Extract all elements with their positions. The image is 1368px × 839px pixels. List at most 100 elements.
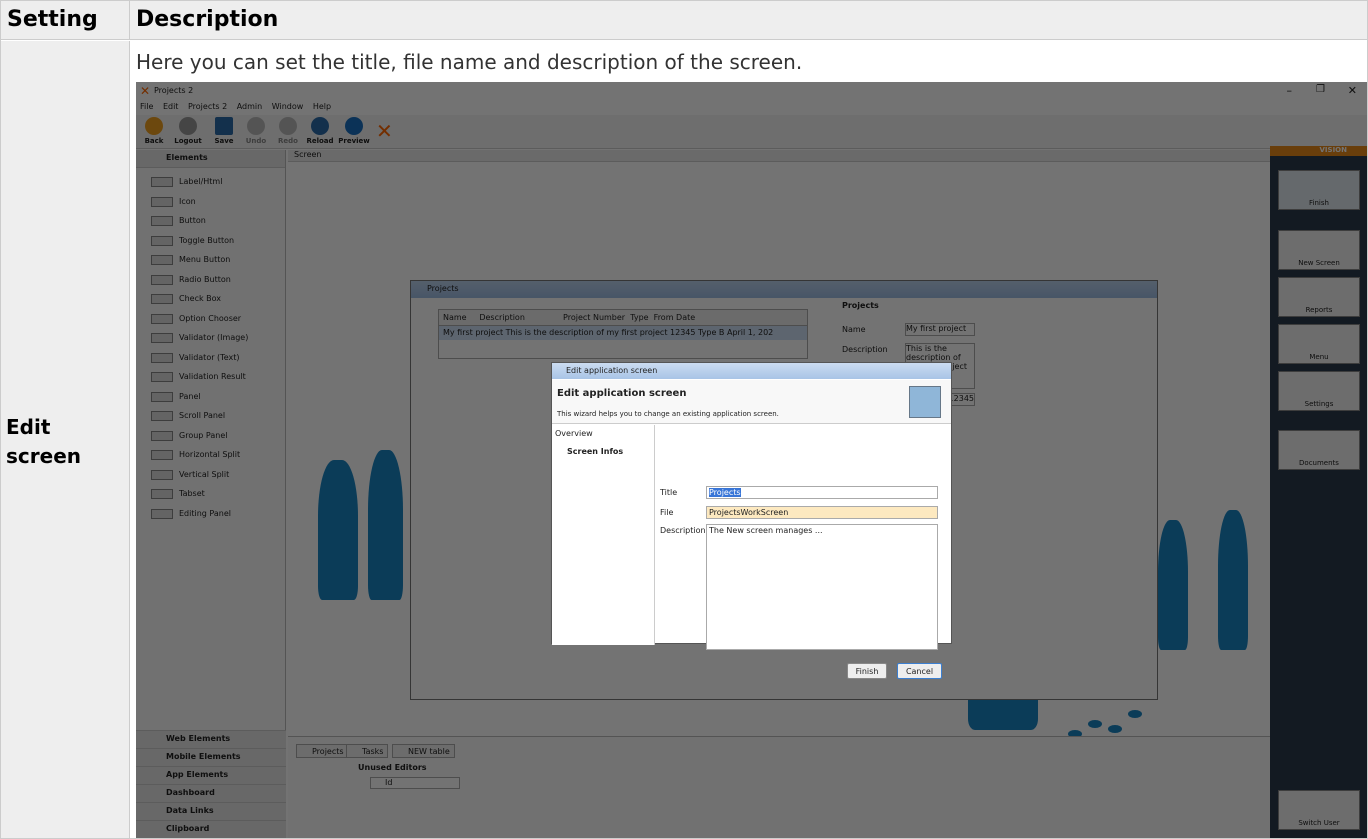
- element-label-html[interactable]: Label/Html: [136, 172, 285, 192]
- section-web-elements[interactable]: Web Elements: [136, 730, 286, 748]
- menu-admin[interactable]: Admin: [237, 102, 263, 111]
- form-name-field[interactable]: My first project: [905, 323, 975, 336]
- element-validator-image[interactable]: Validator (Image): [136, 328, 285, 348]
- element-check-box[interactable]: Check Box: [136, 289, 285, 309]
- finish-action[interactable]: Finish: [1278, 170, 1360, 210]
- vision-menu-icon[interactable]: ✕: [376, 119, 393, 143]
- element-option-chooser[interactable]: Option Chooser: [136, 309, 285, 329]
- elements-list: Label/Html Icon Button Toggle Button Men…: [136, 168, 285, 523]
- restore-icon[interactable]: ❐: [1316, 84, 1325, 95]
- title-label: Title: [660, 488, 678, 497]
- logout-icon: [179, 117, 197, 135]
- dialog-titlebar: Edit application screen: [552, 363, 951, 379]
- label-icon: [151, 177, 173, 187]
- menu-file[interactable]: File: [140, 102, 153, 111]
- form-label-name: Name: [842, 325, 866, 334]
- element-editing-panel[interactable]: Editing Panel: [136, 504, 285, 524]
- element-radio-button[interactable]: Radio Button: [136, 270, 285, 290]
- description-text: Here you can set the title, file name an…: [136, 50, 803, 74]
- element-validator-text[interactable]: Validator (Text): [136, 348, 285, 368]
- edit-screen-dialog: Edit application screen Edit application…: [551, 362, 952, 679]
- header-setting: Setting: [1, 1, 130, 40]
- element-panel[interactable]: Panel: [136, 387, 285, 407]
- minimize-icon[interactable]: –: [1287, 84, 1293, 97]
- switch-user-action[interactable]: Switch User: [1278, 790, 1360, 830]
- element-horizontal-split[interactable]: Horizontal Split: [136, 445, 285, 465]
- element-vertical-split[interactable]: Vertical Split: [136, 465, 285, 485]
- image-icon: [151, 196, 173, 207]
- wizard-steps: Overview Screen Infos: [552, 425, 655, 645]
- element-toggle-button[interactable]: Toggle Button: [136, 231, 285, 251]
- element-group-panel[interactable]: Group Panel: [136, 426, 285, 446]
- option-chooser-icon: [151, 313, 173, 324]
- table-row[interactable]: My first project This is the description…: [439, 326, 807, 340]
- form-label-description: Description: [842, 345, 888, 354]
- redo-button[interactable]: Redo: [272, 117, 304, 145]
- id-field[interactable]: Id: [370, 777, 460, 789]
- vertical-split-icon: [151, 469, 173, 480]
- menu-action[interactable]: Menu: [1278, 324, 1360, 364]
- section-dashboard[interactable]: Dashboard: [136, 784, 286, 802]
- tab-tasks[interactable]: Tasks: [346, 744, 389, 758]
- validator-image-icon: [151, 333, 173, 343]
- menu-projects2[interactable]: Projects 2: [188, 102, 227, 111]
- element-icon[interactable]: Icon: [136, 192, 285, 212]
- section-mobile-elements[interactable]: Mobile Elements: [136, 748, 286, 766]
- description-label: Description: [660, 526, 706, 535]
- element-button[interactable]: Button: [136, 211, 285, 231]
- settings-action[interactable]: Settings: [1278, 371, 1360, 411]
- elements-header[interactable]: Elements: [136, 150, 285, 168]
- tab-new-table[interactable]: NEW table: [392, 744, 455, 758]
- section-app-elements[interactable]: App Elements: [136, 766, 286, 784]
- vision-sidebar: VISION Finish New Screen Reports Menu Se…: [1270, 146, 1367, 838]
- file-input[interactable]: ProjectsWorkScreen: [706, 506, 938, 519]
- background-dot: [1108, 725, 1122, 733]
- section-clipboard[interactable]: Clipboard: [136, 820, 286, 838]
- menu-window[interactable]: Window: [272, 102, 304, 111]
- back-button[interactable]: Back: [138, 117, 170, 145]
- tab-projects[interactable]: Projects: [296, 744, 349, 758]
- panel-icon: [151, 391, 173, 402]
- element-scroll-panel[interactable]: Scroll Panel: [136, 406, 285, 426]
- documents-action[interactable]: Documents: [1278, 430, 1360, 470]
- menu-edit[interactable]: Edit: [163, 102, 179, 111]
- background-figure: [1218, 510, 1248, 650]
- element-menu-button[interactable]: Menu Button: [136, 250, 285, 270]
- unused-editors-label: Unused Editors: [358, 763, 427, 772]
- editing-panel-icon: [151, 508, 173, 519]
- redo-icon: [279, 117, 297, 135]
- element-tabset[interactable]: Tabset: [136, 484, 285, 504]
- vision-brand: VISION: [1270, 146, 1367, 156]
- element-validation-result[interactable]: Validation Result: [136, 367, 285, 387]
- background-figure: [368, 450, 403, 600]
- elements-panel: Elements Label/Html Icon Button Toggle B…: [136, 150, 286, 838]
- reload-button[interactable]: Reload: [304, 117, 336, 145]
- step-screen-infos[interactable]: Screen Infos: [567, 447, 623, 456]
- projects-grid[interactable]: Name Description Project Number Type Fro…: [438, 309, 808, 359]
- header-description: Description: [136, 7, 279, 32]
- new-screen-action[interactable]: New Screen: [1278, 230, 1360, 270]
- section-data-links[interactable]: Data Links: [136, 802, 286, 820]
- close-icon[interactable]: ✕: [1348, 84, 1357, 97]
- save-icon: [215, 117, 233, 135]
- overview-label: Overview: [555, 429, 593, 438]
- cancel-button[interactable]: Cancel: [897, 663, 942, 679]
- save-button[interactable]: Save: [208, 117, 240, 145]
- logout-button[interactable]: Logout: [172, 117, 204, 145]
- finish-button[interactable]: Finish: [847, 663, 887, 679]
- undo-button[interactable]: Undo: [240, 117, 272, 145]
- window-title: Projects 2: [154, 86, 194, 95]
- table-row: Edit screen Here you can set the title, …: [1, 41, 1367, 838]
- validator-text-icon: [151, 352, 173, 363]
- preview-button[interactable]: Preview: [338, 117, 370, 145]
- setting-cell: Edit screen: [1, 41, 130, 838]
- grid-header: Name Description Project Number Type Fro…: [439, 310, 807, 326]
- preview-icon: [345, 117, 363, 135]
- menu-help[interactable]: Help: [313, 102, 331, 111]
- background-figure: [1158, 520, 1188, 650]
- reports-action[interactable]: Reports: [1278, 277, 1360, 317]
- title-input[interactable]: Projects: [706, 486, 938, 499]
- element-sections: Web Elements Mobile Elements App Element…: [136, 730, 286, 838]
- settings-table: Setting Description Edit screen Here you…: [0, 0, 1368, 839]
- description-input[interactable]: The New screen manages ...: [706, 524, 938, 650]
